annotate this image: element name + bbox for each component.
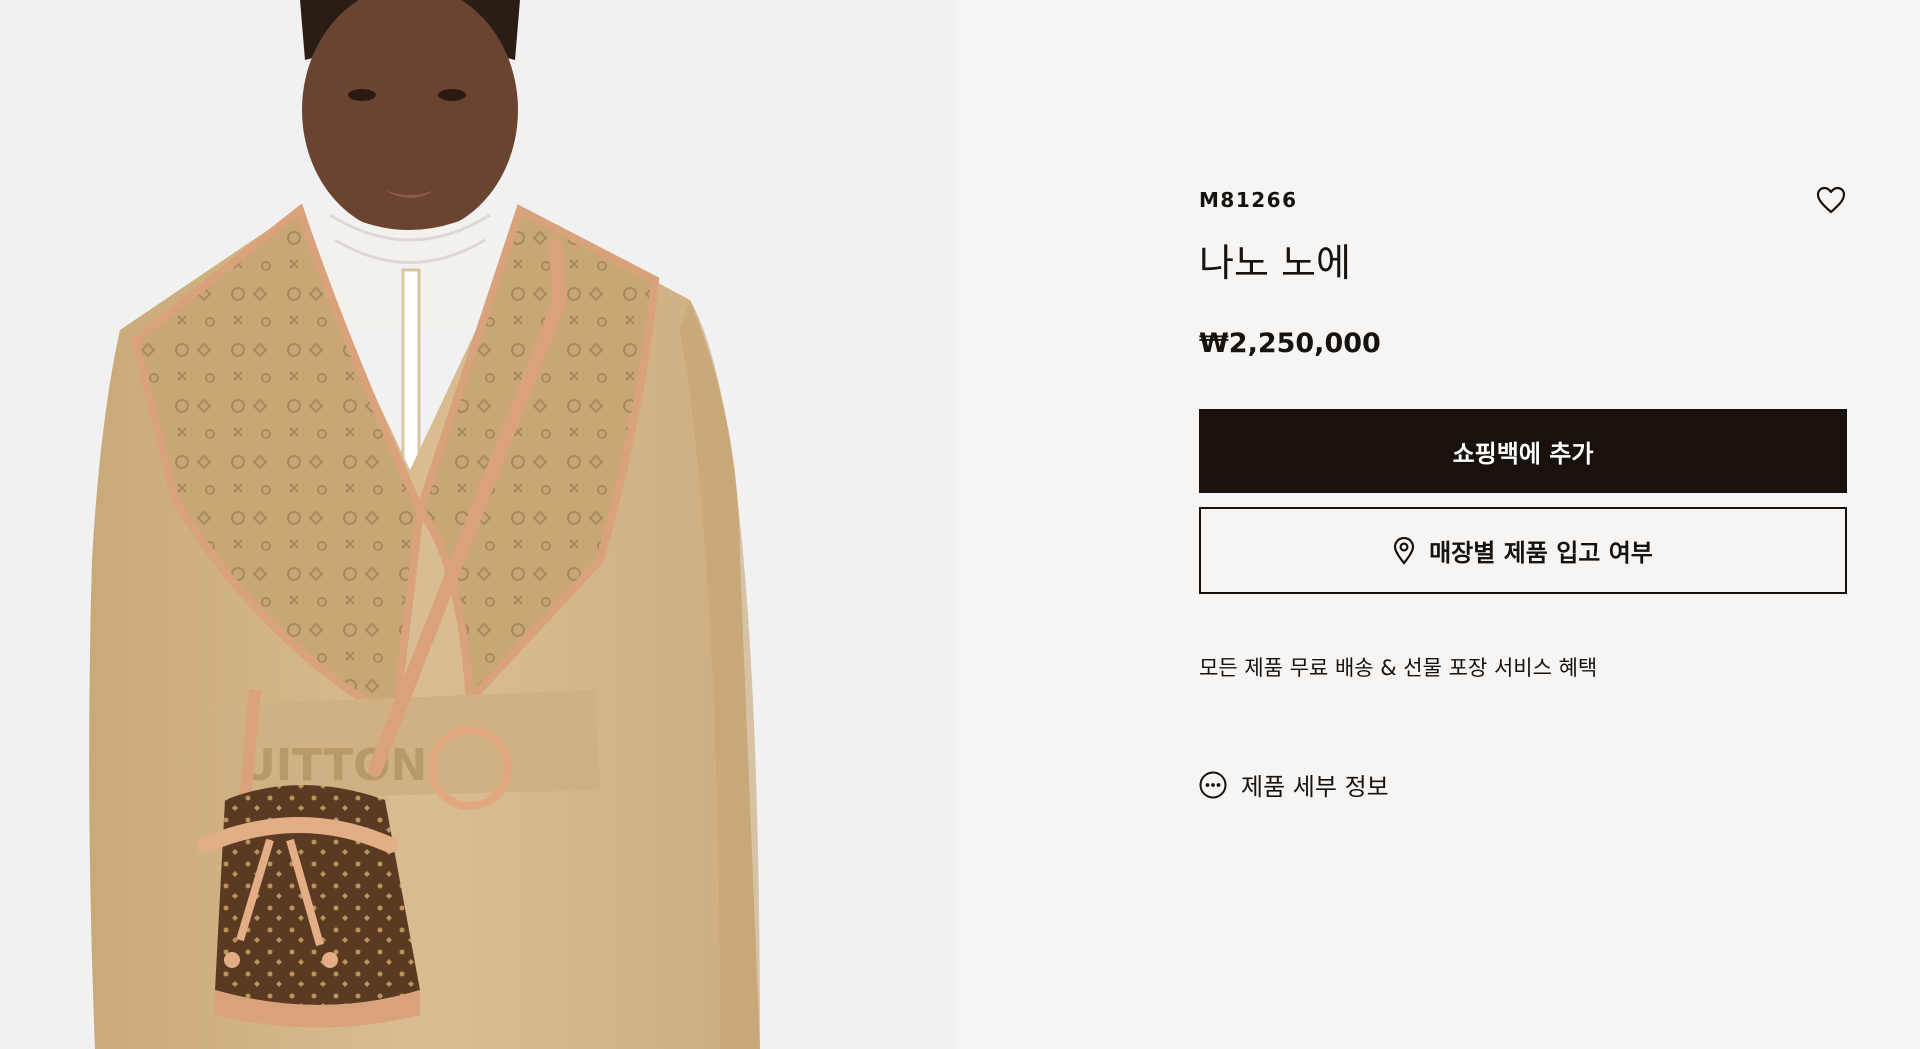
product-sku: M81266	[1199, 188, 1298, 212]
more-dots-icon	[1199, 771, 1227, 798]
add-to-bag-button[interactable]: 쇼핑백에 추가	[1199, 409, 1847, 493]
product-image[interactable]: UITTON	[0, 0, 955, 1049]
add-to-bag-label: 쇼핑백에 추가	[1452, 439, 1594, 468]
product-photo-illustration: UITTON	[0, 0, 955, 1049]
product-details-panel: M81266 나노 노에 ₩2,250,000 쇼핑백에 추가 매장별 제품 입…	[955, 0, 1920, 1049]
location-pin-icon	[1393, 536, 1415, 565]
store-availability-label: 매장별 제품 입고 여부	[1429, 539, 1653, 567]
store-availability-button[interactable]: 매장별 제품 입고 여부	[1199, 507, 1847, 594]
wishlist-button[interactable]	[1813, 182, 1849, 218]
product-name: 나노 노에	[1199, 241, 1351, 285]
product-price: ₩2,250,000	[1199, 328, 1381, 359]
svg-text:UITTON: UITTON	[240, 740, 427, 791]
shipping-promo-text: 모든 제품 무료 배송 & 선물 포장 서비스 혜택	[1199, 656, 1598, 680]
heart-icon	[1816, 186, 1846, 214]
product-details-link[interactable]: 제품 세부 정보	[1199, 767, 1389, 802]
product-details-label: 제품 세부 정보	[1241, 773, 1389, 801]
